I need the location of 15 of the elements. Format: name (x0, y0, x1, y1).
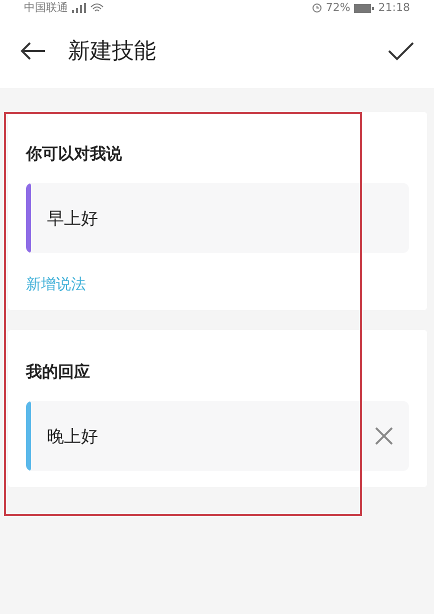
page-title: 新建技能 (68, 38, 157, 66)
signal-icon (72, 3, 86, 13)
back-icon[interactable] (20, 41, 46, 61)
carrier-name: 中国联通 (24, 2, 68, 14)
battery-percent: 72% (326, 2, 350, 14)
clock-time: 21:18 (378, 2, 410, 14)
wifi-icon (90, 3, 104, 13)
battery-icon (354, 4, 374, 12)
input-field[interactable]: 早上好 (26, 183, 409, 253)
section-title: 你可以对我说 (26, 144, 123, 165)
alarm-icon (312, 3, 322, 13)
input-field[interactable]: 晚上好 (26, 401, 409, 471)
close-icon[interactable] (375, 427, 393, 445)
section-title: 我的回应 (26, 362, 91, 383)
checkmark-icon[interactable] (388, 41, 414, 61)
